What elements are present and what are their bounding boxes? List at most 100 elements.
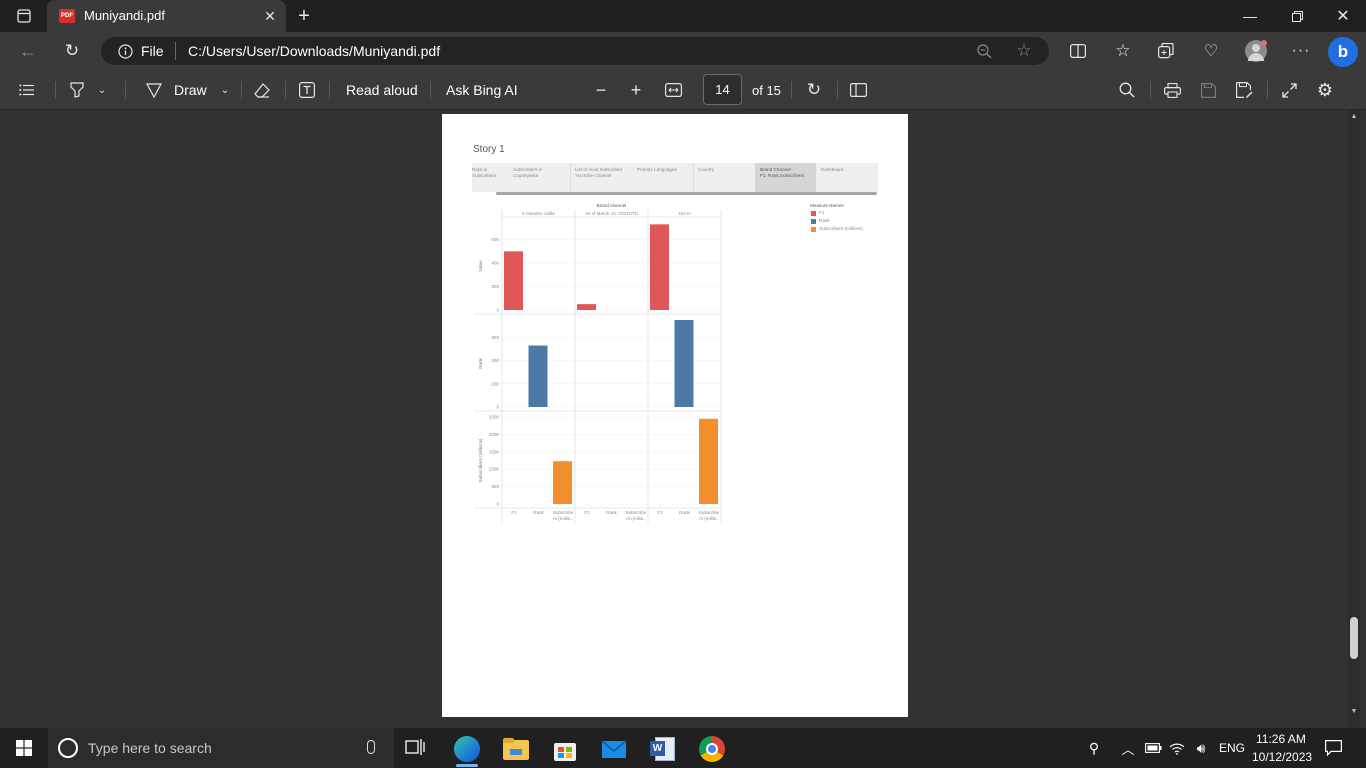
close-tab-icon[interactable]: ✕ xyxy=(262,8,278,24)
restore-icon[interactable] xyxy=(1287,6,1307,26)
x-axis-label: Subscribe xyxy=(626,510,647,515)
save-icon[interactable] xyxy=(1198,80,1218,100)
windows-start-icon[interactable] xyxy=(16,740,32,756)
bing-chat-icon[interactable]: b xyxy=(1328,37,1358,67)
wifi-icon[interactable] xyxy=(1168,740,1186,756)
battery-icon[interactable] xyxy=(1144,740,1162,756)
page-view-icon[interactable] xyxy=(848,80,868,100)
search-icon xyxy=(58,738,78,758)
url-text: C:/Users/User/Downloads/Muniyandi.pdf xyxy=(188,43,441,59)
toolbar-divider xyxy=(285,81,286,99)
edge-active-indicator xyxy=(456,764,478,767)
microsoft-store-icon[interactable] xyxy=(552,736,578,762)
clock-date[interactable]: 10/12/2023 xyxy=(1252,750,1312,764)
toolbar-divider xyxy=(125,81,126,99)
language-indicator[interactable]: ENG xyxy=(1219,741,1245,755)
pdf-page: Story 1 Rank & Subscribers Subscribers i… xyxy=(442,114,908,717)
axis-tick-label: 400 xyxy=(491,358,499,363)
more-menu-icon[interactable]: ··· xyxy=(1290,41,1312,61)
file-explorer-icon[interactable] xyxy=(503,736,529,762)
close-window-icon[interactable]: ✕ xyxy=(1333,6,1353,26)
row-axis-label: Value xyxy=(478,260,483,272)
axis-tick-label: 200 xyxy=(491,381,499,386)
text-box-icon[interactable] xyxy=(297,80,317,100)
toolbar-divider xyxy=(1267,81,1268,99)
ask-bing-button[interactable]: Ask Bing AI xyxy=(446,82,518,98)
new-tab-icon[interactable]: + xyxy=(293,5,315,27)
row-axis-label: Rank xyxy=(478,357,483,368)
axis-tick-label: 1000 xyxy=(489,467,500,472)
task-view-icon[interactable] xyxy=(405,738,427,758)
fit-width-icon[interactable] xyxy=(663,80,683,100)
toolbar-divider xyxy=(55,81,56,99)
toolbar-divider xyxy=(1150,81,1151,99)
find-icon[interactable] xyxy=(1117,80,1137,100)
row-axis-label: Subscribers (millions) xyxy=(478,438,483,482)
brand-channel-chart: Brand channel 5 minutes crafts As of March… xyxy=(474,203,722,524)
edge-browser-icon[interactable] xyxy=(454,736,480,762)
axis-tick-label: 1500 xyxy=(489,449,500,454)
address-field[interactable]: File C:/Users/User/Downloads/Muniyandi.p… xyxy=(101,37,1049,65)
notification-center-icon[interactable] xyxy=(1325,740,1342,757)
page-total-label: of 15 xyxy=(752,83,781,98)
clock-time[interactable]: 11:26 AM xyxy=(1256,732,1306,746)
bar-subscribers-millions- xyxy=(553,461,572,504)
show-hidden-icons-icon[interactable]: ︿ xyxy=(1120,739,1136,757)
draw-icon[interactable] xyxy=(144,80,164,100)
tab-actions-icon[interactable] xyxy=(14,7,34,25)
fullscreen-icon[interactable] xyxy=(1279,80,1299,100)
axis-tick-label: 2000 xyxy=(489,432,500,437)
bar-rank xyxy=(528,345,548,407)
zoom-out-icon[interactable]: − xyxy=(591,80,611,100)
draw-button[interactable]: Draw xyxy=(174,82,207,98)
zoom-icon[interactable] xyxy=(975,42,993,60)
taskbar-search-box[interactable]: Type here to search xyxy=(48,728,394,768)
microphone-icon[interactable] xyxy=(367,740,375,754)
x-axis-label: Subscribe xyxy=(699,510,720,515)
file-scheme-label: File xyxy=(141,43,164,59)
bar-f1 xyxy=(504,251,523,310)
highlight-icon[interactable] xyxy=(67,80,87,100)
people-icon[interactable]: ⚲ xyxy=(1084,738,1104,758)
back-icon[interactable]: ← xyxy=(18,41,38,61)
x-axis-label: rs (millio.. xyxy=(553,516,573,521)
search-placeholder: Type here to search xyxy=(88,740,212,756)
scroll-up-arrow-icon[interactable]: ▲ xyxy=(1348,110,1360,122)
collections-icon[interactable] xyxy=(1156,41,1176,61)
info-icon xyxy=(117,43,133,59)
favorite-star-icon[interactable]: ☆ xyxy=(1014,41,1034,61)
scroll-thumb[interactable] xyxy=(1350,617,1358,659)
zoom-in-icon[interactable]: + xyxy=(626,80,646,100)
read-aloud-button[interactable]: Read aloud xyxy=(346,82,418,98)
x-axis-label: rs (millio.. xyxy=(626,516,646,521)
split-screen-icon[interactable] xyxy=(1068,41,1088,61)
toolbar-divider xyxy=(430,81,431,99)
pdf-icon: PDF xyxy=(59,9,75,23)
word-icon[interactable]: W xyxy=(650,736,676,762)
refresh-icon[interactable]: ↻ xyxy=(61,41,83,61)
page-number-input[interactable]: 14 xyxy=(703,74,742,105)
rotate-icon[interactable]: ↻ xyxy=(804,80,824,100)
draw-dropdown-icon[interactable]: ⌄ xyxy=(218,81,232,99)
mail-icon[interactable] xyxy=(601,736,627,762)
scroll-down-arrow-icon[interactable]: ▼ xyxy=(1348,705,1360,717)
x-axis-label: Rank xyxy=(679,510,690,515)
browser-essentials-icon[interactable]: ♡ xyxy=(1200,41,1222,61)
settings-gear-icon[interactable]: ⚙ xyxy=(1315,79,1335,101)
highlight-dropdown-icon[interactable]: ⌄ xyxy=(95,81,109,99)
print-icon[interactable] xyxy=(1162,80,1182,100)
profile-avatar[interactable] xyxy=(1245,40,1267,62)
axis-tick-label: 200 xyxy=(491,284,499,289)
axis-tick-label: 0 xyxy=(496,502,499,507)
tab-muniyandi[interactable]: PDF Muniyandi.pdf ✕ xyxy=(47,0,286,32)
volume-icon[interactable]: 🔊︎ xyxy=(1191,739,1211,757)
x-axis-label: F1 xyxy=(657,510,663,515)
chrome-icon[interactable] xyxy=(699,736,725,762)
contents-icon[interactable] xyxy=(17,80,37,100)
axis-tick-label: 0 xyxy=(496,308,499,313)
minimize-icon[interactable]: — xyxy=(1240,6,1260,26)
favorites-icon[interactable]: ☆ xyxy=(1112,40,1134,62)
save-as-icon[interactable] xyxy=(1234,80,1254,100)
chart-header: Brand channel xyxy=(597,203,627,208)
erase-icon[interactable] xyxy=(252,80,272,100)
